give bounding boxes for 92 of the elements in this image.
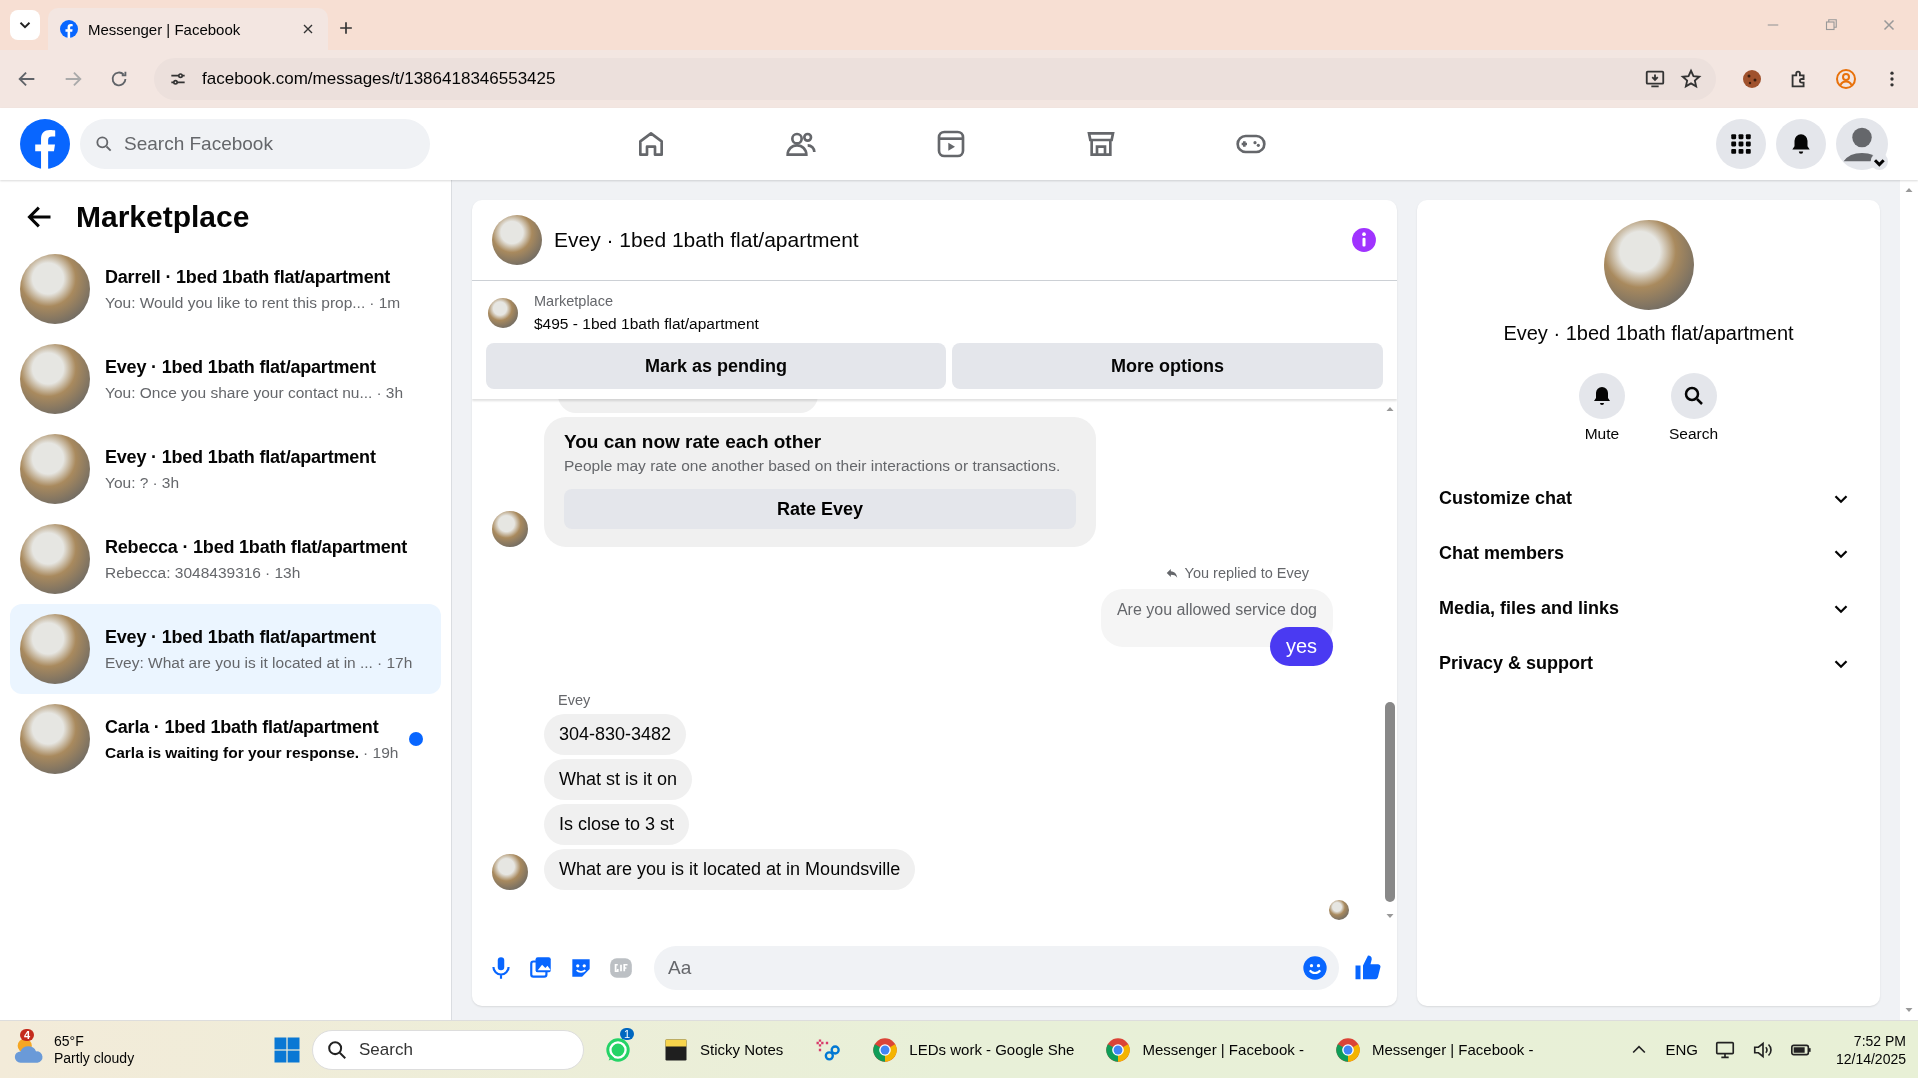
taskbar-search-field[interactable]: Search (312, 1029, 584, 1070)
temperature: 65°F (54, 1032, 85, 1050)
search-field[interactable]: Search Facebook (80, 119, 430, 169)
avatar-photo (492, 854, 528, 890)
clock[interactable]: 7:52 PM 12/14/2025 (1835, 1031, 1906, 1068)
conversation-title: Darrell · 1bed 1bath flat/apartment (105, 266, 392, 288)
message-field[interactable]: Aa (654, 946, 1339, 990)
app-label: Messenger | Facebook - (1371, 1041, 1534, 1058)
sender-name: Evey (558, 692, 592, 708)
avatar-photo (492, 511, 528, 547)
time-text: 7:52 PM (1853, 1031, 1906, 1050)
browser-icon (1104, 1035, 1133, 1064)
facebook-logo-icon (60, 20, 78, 38)
message-preview: Evey: What are you is it located at in ... (105, 653, 373, 672)
star-icon[interactable] (1680, 68, 1702, 90)
conversation-item[interactable]: Darrell · 1bed 1bath flat/apartment You: Would you like to rent this prop... · 1m (10, 244, 441, 334)
listing-photo (488, 298, 518, 328)
listing-title: $495 - 1bed 1bath flat/apartment (534, 315, 759, 333)
taskbar-app[interactable]: 1 (594, 1025, 642, 1074)
section-header[interactable]: Customize chat (1437, 471, 1860, 526)
taskbar-app[interactable]: Messenger | Facebook - (1323, 1025, 1544, 1074)
conversation-item[interactable]: Evey · 1bed 1bath flat/apartment You: Once you share your contact nu... · 3h (10, 334, 441, 424)
listing-label: Marketplace (534, 293, 614, 309)
read-receipt-avatar (1329, 900, 1349, 920)
emoji-icon[interactable] (1301, 954, 1329, 982)
date-text: 12/14/2025 (1835, 1049, 1906, 1068)
message-bubble: Is close to 3 st (544, 804, 690, 845)
reply-label: You replied to Evey (1184, 565, 1309, 581)
section-header[interactable]: Media, files and links (1437, 581, 1860, 636)
timestamp: · 19h (363, 743, 399, 762)
message-bubble: What st is it on (544, 759, 693, 800)
conversation-item[interactable]: Evey · 1bed 1bath flat/apartment Evey: What are you is it located at in ... · 17h (10, 604, 441, 694)
timestamp: · 1m (369, 293, 401, 312)
conversation-title: Evey · 1bed 1bath flat/apartment (105, 626, 377, 648)
conversation-title: Carla · 1bed 1bath flat/apartment (105, 716, 380, 738)
sidebar-title: Marketplace (76, 200, 250, 234)
cookie-icon[interactable] (1740, 67, 1764, 91)
timestamp: · 3h (152, 473, 180, 492)
action-button[interactable]: Mark as pending (486, 343, 947, 389)
reply-arrow-icon (1164, 566, 1179, 580)
page-scrollbar[interactable] (1900, 180, 1918, 1020)
profile-icon[interactable] (1834, 67, 1858, 91)
notification-badge: 4 (20, 1028, 35, 1041)
address-bar[interactable]: facebook.com/messages/t/1386418346553425 (154, 58, 1716, 100)
message-preview: Carla is waiting for your response. (105, 743, 360, 762)
section-header[interactable]: Chat members (1437, 526, 1860, 581)
menu-button[interactable] (1716, 119, 1766, 169)
app-label: Sticky Notes (700, 1041, 784, 1058)
app-label: Messenger | Facebook - (1142, 1041, 1304, 1058)
conversation-title: Rebecca · 1bed 1bath flat/apartment (105, 536, 409, 558)
install-icon[interactable] (1644, 68, 1666, 90)
info-icon[interactable] (1351, 227, 1377, 253)
timestamp: · 13h (265, 563, 301, 582)
grid-icon (1728, 131, 1754, 157)
url-text: facebook.com/messages/t/1386418346553425 (202, 69, 557, 89)
notification-badge: 1 (620, 1027, 635, 1040)
conversation-title: Evey · 1bed 1bath flat/apartment (105, 356, 377, 378)
conversation-item[interactable]: Rebecca · 1bed 1bath flat/apartment Rebecca: 3048439316 · 13h (10, 514, 441, 604)
timestamp: · 17h (376, 653, 413, 672)
photo-icon[interactable] (528, 955, 554, 981)
message-bubble: What are you is it located at in Moundsville (544, 849, 916, 890)
timestamp: · 3h (376, 383, 404, 402)
conversation-item[interactable]: Evey · 1bed 1bath flat/apartment You: ? · 3h (10, 424, 441, 514)
app-label: LEDs work - Google She (909, 1041, 1075, 1058)
video-icon (935, 128, 967, 160)
card-title: You can now rate each other (564, 431, 823, 453)
taskbar-app[interactable]: Sticky Notes (652, 1025, 794, 1074)
section-header[interactable]: Privacy & support (1437, 636, 1860, 691)
message-preview: You: Once you share your contact nu... (105, 383, 373, 402)
listing-photo (492, 215, 542, 265)
message-preview: You: ? (105, 473, 149, 492)
chat-title: Evey · 1bed 1bath flat/apartment (1503, 322, 1794, 345)
notifications-button[interactable] (1776, 119, 1826, 169)
taskbar-app[interactable]: LEDs work - Google She (861, 1025, 1085, 1074)
rate-button[interactable]: Rate Evey (564, 489, 1076, 529)
language-indicator[interactable]: ENG (1665, 1041, 1698, 1058)
chat-title: Evey · 1bed 1bath flat/apartment (554, 228, 860, 252)
facebook-logo-icon[interactable] (20, 119, 70, 169)
conversation-title: Evey · 1bed 1bath flat/apartment (105, 446, 377, 468)
weather-condition: Partly cloudy (54, 1049, 135, 1067)
taskbar-app[interactable]: Messenger | Facebook - (1094, 1025, 1314, 1074)
action-button[interactable]: More options (952, 343, 1383, 389)
avatar-icon[interactable] (1836, 118, 1888, 170)
browser-tab[interactable]: Messenger | Facebook (48, 8, 328, 50)
browser-icon (871, 1035, 900, 1064)
tab-search-button[interactable] (10, 10, 40, 40)
message-preview: You: Would you like to rent this prop... (105, 293, 366, 312)
message-preview: Rebecca: 3048439316 (105, 563, 261, 582)
conversation-item[interactable]: Carla · 1bed 1bath flat/apartment Carla is waiting for your response. · 19h (10, 694, 441, 784)
card-text: People may rate one another based on their interactions or transactions. (564, 457, 1062, 475)
message-bubble: 304-830-3482 (544, 714, 687, 755)
browser-icon (1333, 1035, 1362, 1064)
